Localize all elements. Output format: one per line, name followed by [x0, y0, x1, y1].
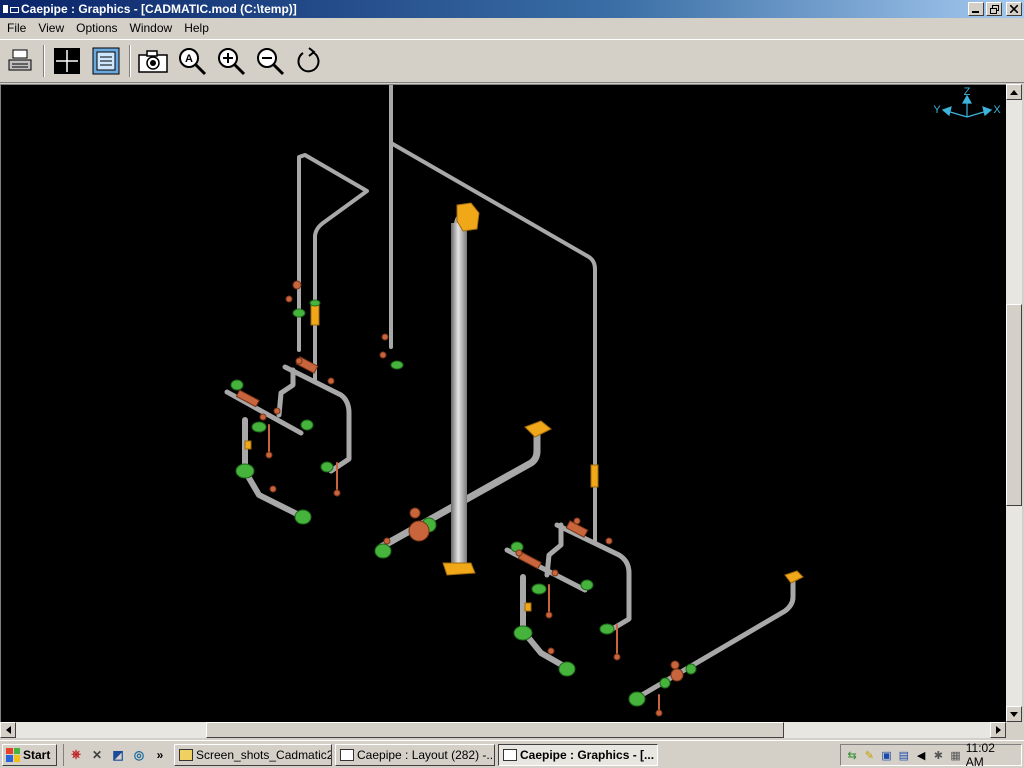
- document-list-icon: [92, 47, 120, 75]
- zoom-out-icon: [257, 48, 285, 76]
- menu-file[interactable]: File: [1, 18, 32, 38]
- zoom-in-icon: [218, 48, 246, 76]
- browser-icon[interactable]: ◎: [131, 747, 147, 763]
- chart-icon[interactable]: ◩: [110, 747, 126, 763]
- menu-bar: File View Options Window Help: [0, 18, 1024, 38]
- arrow-down-icon: [1010, 711, 1018, 717]
- rotate-button[interactable]: [293, 45, 325, 77]
- monitor-icon[interactable]: ▤: [897, 748, 911, 763]
- menu-options[interactable]: Options: [70, 18, 123, 38]
- tools-icon[interactable]: ✕: [89, 747, 105, 763]
- caepipe-icon: [340, 748, 354, 761]
- windows-logo-icon: [6, 747, 20, 762]
- crosshair-button[interactable]: [51, 45, 83, 77]
- task-screen-shots[interactable]: Screen_shots_Cadmatic2KP: [174, 743, 332, 766]
- pipe-supports: [244, 202, 804, 612]
- menu-help[interactable]: Help: [178, 18, 215, 38]
- caepipe-icon: [503, 748, 517, 761]
- piping-model: Z Y X: [224, 85, 1001, 717]
- toolbar-separator: [43, 45, 45, 77]
- task-label: Caepipe : Layout (282) -...: [357, 747, 495, 762]
- pipe-network: [224, 85, 796, 714]
- scroll-right-button[interactable]: [990, 722, 1006, 738]
- horizontal-scroll-thumb[interactable]: [206, 722, 784, 738]
- document-list-button[interactable]: [90, 45, 122, 77]
- arrow-left-icon: [5, 726, 11, 734]
- minimize-button[interactable]: [968, 2, 984, 16]
- horizontal-scrollbar[interactable]: [0, 722, 1006, 738]
- restore-button[interactable]: [986, 2, 1002, 16]
- print-icon: [8, 49, 32, 71]
- title-bar[interactable]: Caepipe : Graphics - [CADMATIC.mod (C:\t…: [0, 0, 1024, 18]
- scrollbar-corner: [1006, 722, 1022, 738]
- window-title: Caepipe : Graphics - [CADMATIC.mod (C:\t…: [21, 2, 297, 16]
- menu-view[interactable]: View: [32, 18, 70, 38]
- svg-text:A: A: [185, 53, 193, 65]
- folder-icon: [179, 748, 193, 761]
- zoom-out-button[interactable]: [254, 45, 286, 77]
- start-button[interactable]: Start: [2, 743, 57, 766]
- toolbar: A: [0, 39, 1024, 83]
- settings-icon[interactable]: ✱: [931, 748, 945, 763]
- minimize-icon: [972, 11, 979, 13]
- vertical-column-pipe: [451, 223, 467, 565]
- rotate-icon: [297, 47, 320, 73]
- volume-icon[interactable]: ◀: [914, 748, 928, 763]
- task-label: Screen_shots_Cadmatic2KP: [196, 747, 331, 762]
- vertical-scroll-thumb[interactable]: [1006, 304, 1022, 506]
- more-icon[interactable]: »: [152, 747, 168, 763]
- acrobat-icon[interactable]: ⎈: [68, 747, 84, 763]
- axis-triad: [941, 94, 993, 118]
- close-button[interactable]: [1006, 2, 1022, 16]
- window-controls: [968, 2, 1022, 16]
- display-icon[interactable]: ▣: [880, 748, 894, 763]
- toolbar-separator: [129, 45, 131, 77]
- app-icon[interactable]: [3, 3, 19, 15]
- task-caepipe-layout[interactable]: Caepipe : Layout (282) -...: [335, 743, 495, 766]
- scroll-up-button[interactable]: [1006, 84, 1022, 100]
- device-icon[interactable]: ▦: [949, 748, 963, 763]
- task-caepipe-graphics[interactable]: Caepipe : Graphics - [...: [498, 743, 658, 766]
- axis-y-label: Y: [933, 104, 941, 116]
- start-label: Start: [23, 747, 51, 762]
- zoom-auto-icon: A: [179, 48, 207, 76]
- system-tray: ⇆ ✎ ▣ ▤ ◀ ✱ ▦ 11:02 AM: [840, 741, 1022, 768]
- task-label: Caepipe : Graphics - [...: [520, 747, 655, 762]
- close-icon: [1010, 5, 1018, 13]
- restore-icon: [989, 4, 999, 14]
- edit-icon[interactable]: ✎: [862, 748, 876, 763]
- menu-window[interactable]: Window: [124, 18, 179, 38]
- arrow-up-icon: [1010, 89, 1018, 95]
- vertical-scrollbar[interactable]: [1006, 84, 1022, 722]
- scroll-down-button[interactable]: [1006, 706, 1022, 722]
- clock[interactable]: 11:02 AM: [966, 741, 1013, 768]
- axis-x-label: X: [993, 104, 1001, 116]
- camera-button[interactable]: [137, 45, 169, 77]
- taskbar: Start ⎈ ✕ ◩ ◎ » Screen_shots_Cadmatic2KP…: [0, 740, 1024, 768]
- print-button[interactable]: [4, 45, 36, 77]
- graphics-viewport[interactable]: Z Y X: [0, 84, 1006, 722]
- quick-launch: ⎈ ✕ ◩ ◎ »: [63, 743, 168, 766]
- camera-icon: [138, 50, 168, 73]
- zoom-auto-button[interactable]: A: [176, 45, 208, 77]
- axis-z-label: Z: [964, 86, 971, 98]
- zoom-in-button[interactable]: [215, 45, 247, 77]
- arrow-right-icon: [995, 726, 1001, 734]
- scroll-left-button[interactable]: [0, 722, 16, 738]
- crosshair-icon: [54, 48, 80, 74]
- network-icon[interactable]: ⇆: [845, 748, 859, 763]
